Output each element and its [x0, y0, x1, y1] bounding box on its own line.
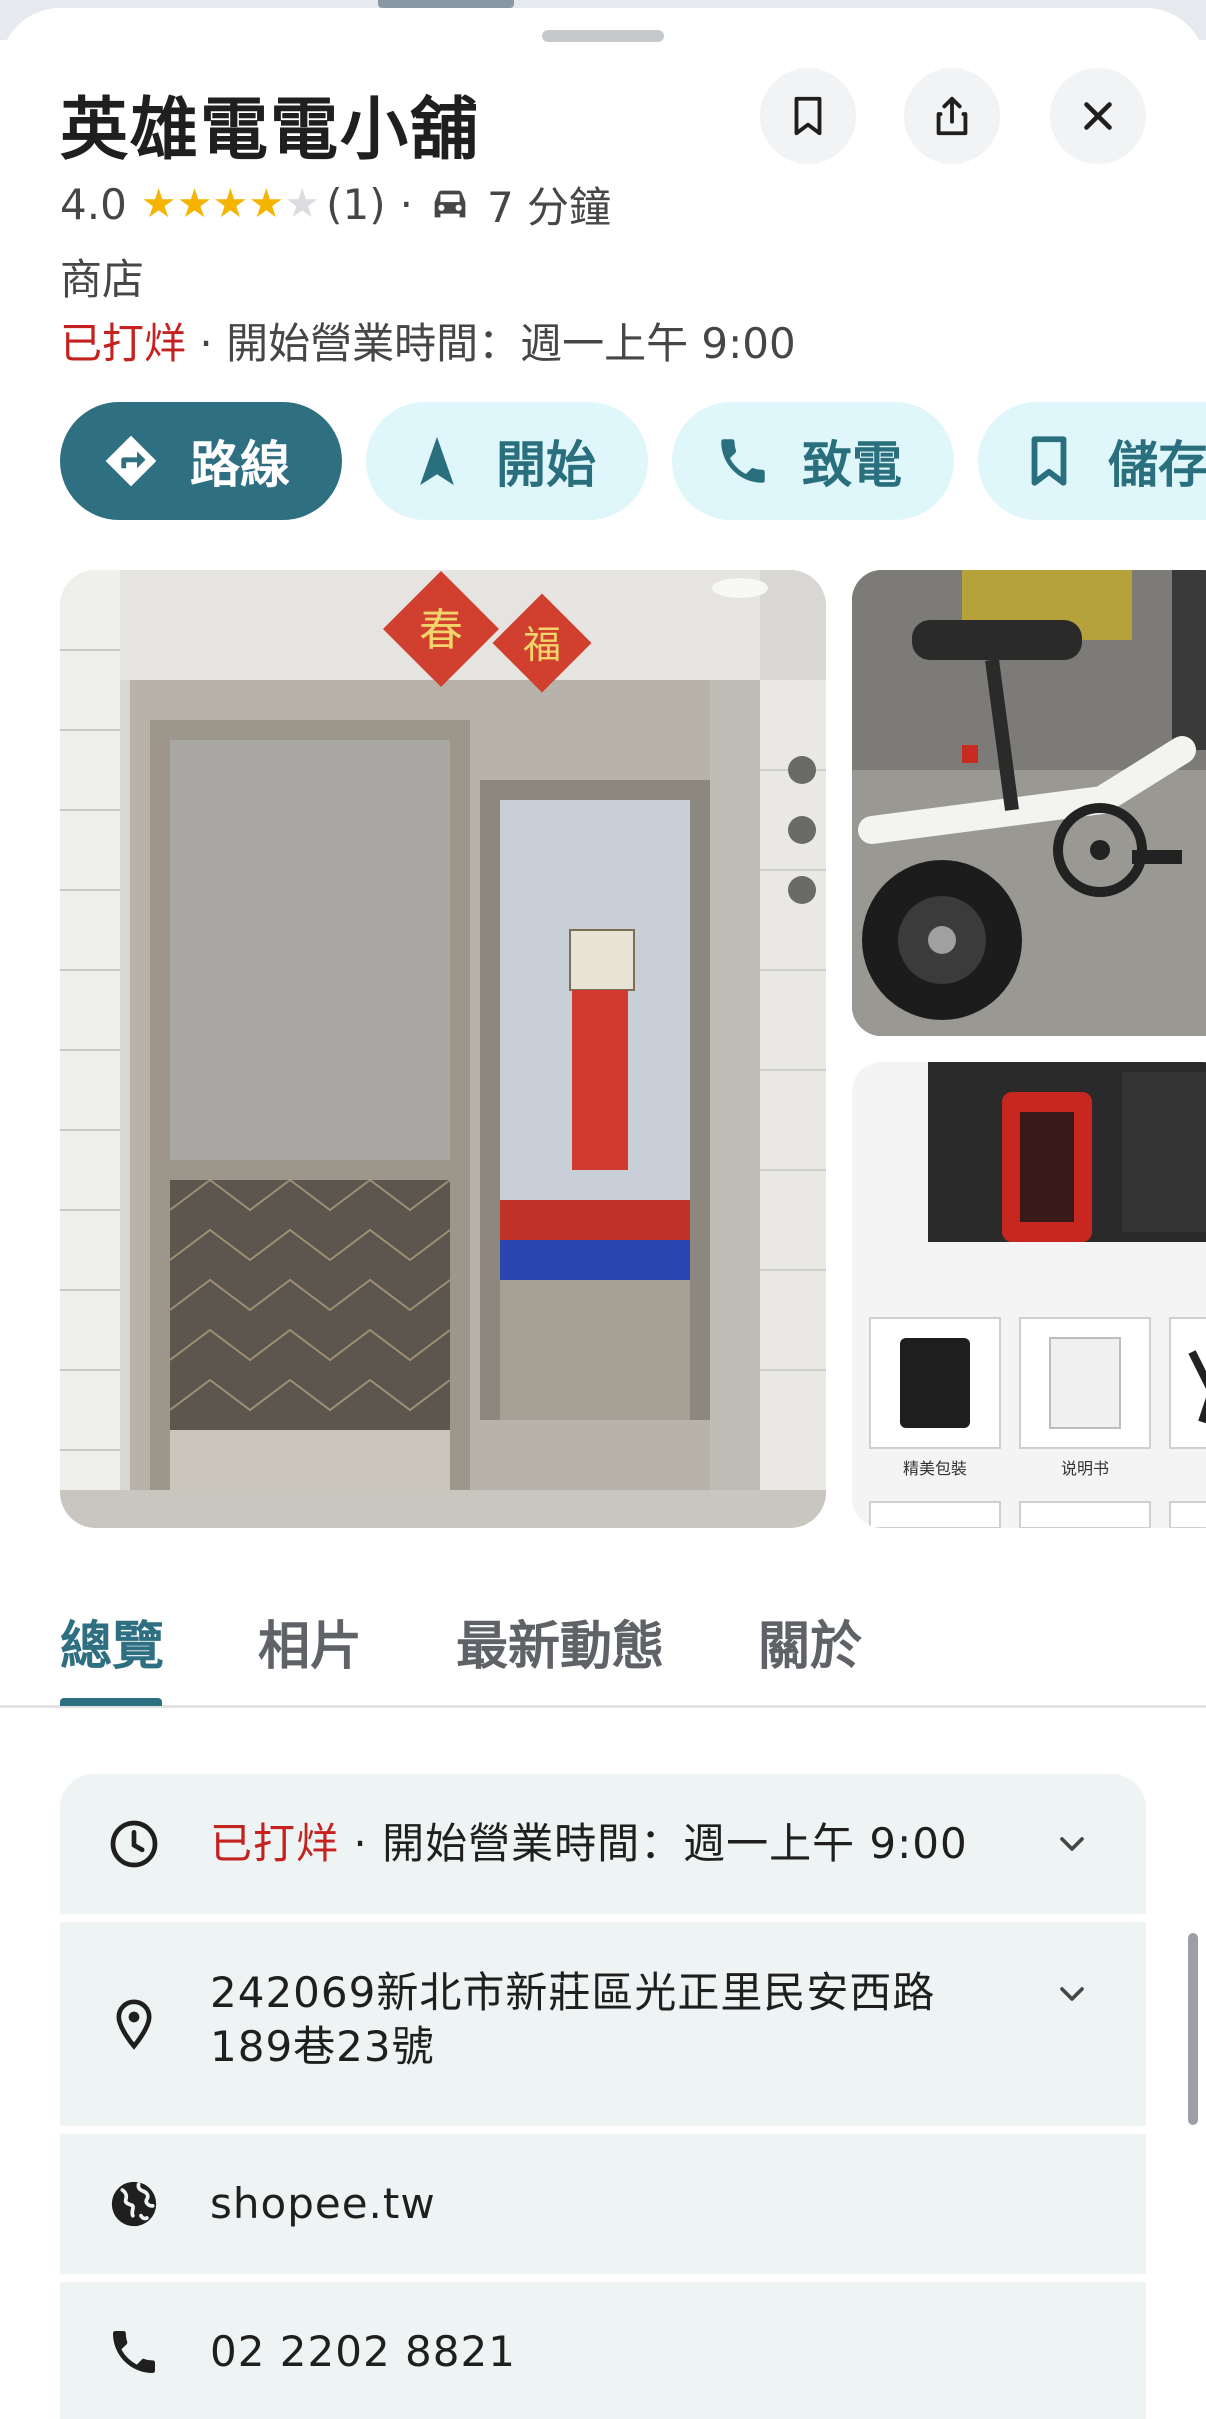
save-chip-button[interactable]: 儲存 [978, 402, 1206, 520]
star-filled-icon: ★ [248, 181, 285, 227]
review-count[interactable]: (1) [326, 180, 386, 229]
active-tab-indicator [60, 1698, 162, 1706]
action-chips: 路線 開始 致電 儲存 [60, 402, 1206, 520]
place-category: 商店 [60, 255, 145, 304]
car-icon [434, 190, 466, 218]
phone-row[interactable]: 02 2202 8821 [60, 2282, 1146, 2419]
phone-icon [721, 439, 765, 483]
phone-text: 02 2202 8821 [210, 2327, 516, 2376]
rating-row[interactable]: 4.0 ★ ★ ★ ★ ★ (1) · 7 分鐘 [60, 174, 611, 234]
tab-bar: 總覽 相片 最新動態 關於 [0, 1578, 1206, 1708]
separator-dot: · [399, 179, 413, 229]
address-row[interactable]: 242069新北市新莊區光正里民安西路 189巷23號 [60, 1922, 1146, 2126]
navigation-arrow-icon [420, 436, 454, 486]
save-chip-label: 儲存 [1108, 436, 1206, 494]
storefront-photo[interactable]: 春 福 [60, 570, 826, 1528]
rating-stars: ★ ★ ★ ★ ★ [141, 184, 320, 224]
call-label: 致電 [802, 436, 902, 494]
save-button[interactable] [760, 68, 856, 164]
star-filled-icon: ★ [176, 181, 213, 227]
place-sheet: 英雄電電小舖 4.0 ★ ★ ★ ★ ★ (1) · 7 分鐘 商店 已打烊 · 開始營… [0, 8, 1206, 2419]
call-button[interactable]: 致電 [672, 402, 954, 520]
start-button[interactable]: 開始 [366, 402, 648, 520]
globe-icon [111, 2181, 157, 2227]
star-filled-icon: ★ [140, 181, 177, 227]
caption-package: 精美包裝 [903, 1459, 967, 1478]
place-title: 英雄電電小舖 [60, 91, 481, 170]
share-button[interactable] [904, 68, 1000, 164]
close-icon [1084, 102, 1112, 130]
star-filled-icon: ★ [212, 181, 249, 227]
directions-button[interactable]: 路線 [60, 402, 342, 520]
scrollbar[interactable] [1188, 1933, 1198, 2125]
bookmark-icon [794, 96, 822, 136]
drag-handle[interactable] [542, 30, 664, 42]
sign-fortune: 福 [523, 623, 561, 667]
storefront-illustration: 春 福 [60, 570, 826, 1528]
closed-status: 已打烊 [60, 319, 187, 368]
address-line-1: 242069新北市新莊區光正里民安西路 [210, 1968, 936, 2017]
background-shard [378, 0, 514, 8]
bookmark-icon [1031, 436, 1067, 486]
rating-value: 4.0 [60, 179, 127, 229]
directions-icon [105, 435, 157, 487]
open-info: · 開始營業時間：週一上午 9:00 [186, 319, 796, 368]
hours-detail: · 開始營業時間：週一上午 9:00 [339, 1819, 968, 1868]
share-icon [936, 96, 968, 136]
phone-icon [113, 2331, 155, 2373]
caption-manual: 说明书 [1061, 1459, 1109, 1478]
location-pin-icon [116, 1999, 152, 2050]
chevron-down-icon[interactable] [1052, 1824, 1092, 1864]
scooter-illustration [852, 570, 1206, 1036]
address-text: 242069新北市新莊區光正里民安西路 189巷23號 [210, 1966, 935, 2074]
chevron-down-icon[interactable] [1052, 1974, 1092, 2014]
star-empty-icon: ★ [284, 181, 321, 227]
product-illustration: 精美包裝 说明书 [852, 1062, 1206, 1528]
hours-text: 已打烊 · 開始營業時間：週一上午 9:00 [210, 1817, 968, 1871]
directions-label: 路線 [190, 436, 290, 494]
hours-row[interactable]: 已打烊 · 開始營業時間：週一上午 9:00 [60, 1774, 1146, 1914]
tab-photos[interactable]: 相片 [258, 1604, 362, 1679]
clock-icon [110, 1820, 158, 1868]
hours-closed-status: 已打烊 [210, 1819, 340, 1868]
close-button[interactable] [1050, 68, 1146, 164]
website-text: shopee.tw [210, 2179, 436, 2228]
scooter-photo[interactable] [852, 570, 1206, 1036]
website-row[interactable]: shopee.tw [60, 2134, 1146, 2274]
tab-overview[interactable]: 總覽 [60, 1604, 164, 1679]
tab-about[interactable]: 關於 [758, 1604, 862, 1679]
tab-updates[interactable]: 最新動態 [456, 1604, 664, 1679]
drive-time: 7 分鐘 [486, 182, 612, 232]
hours-summary[interactable]: 已打烊 · 開始營業時間：週一上午 9:00 [60, 310, 796, 371]
address-line-2: 189巷23號 [210, 2022, 435, 2071]
start-label: 開始 [496, 436, 596, 494]
sign-spring: 春 [419, 605, 463, 656]
product-photo[interactable]: 精美包裝 说明书 [852, 1062, 1206, 1528]
